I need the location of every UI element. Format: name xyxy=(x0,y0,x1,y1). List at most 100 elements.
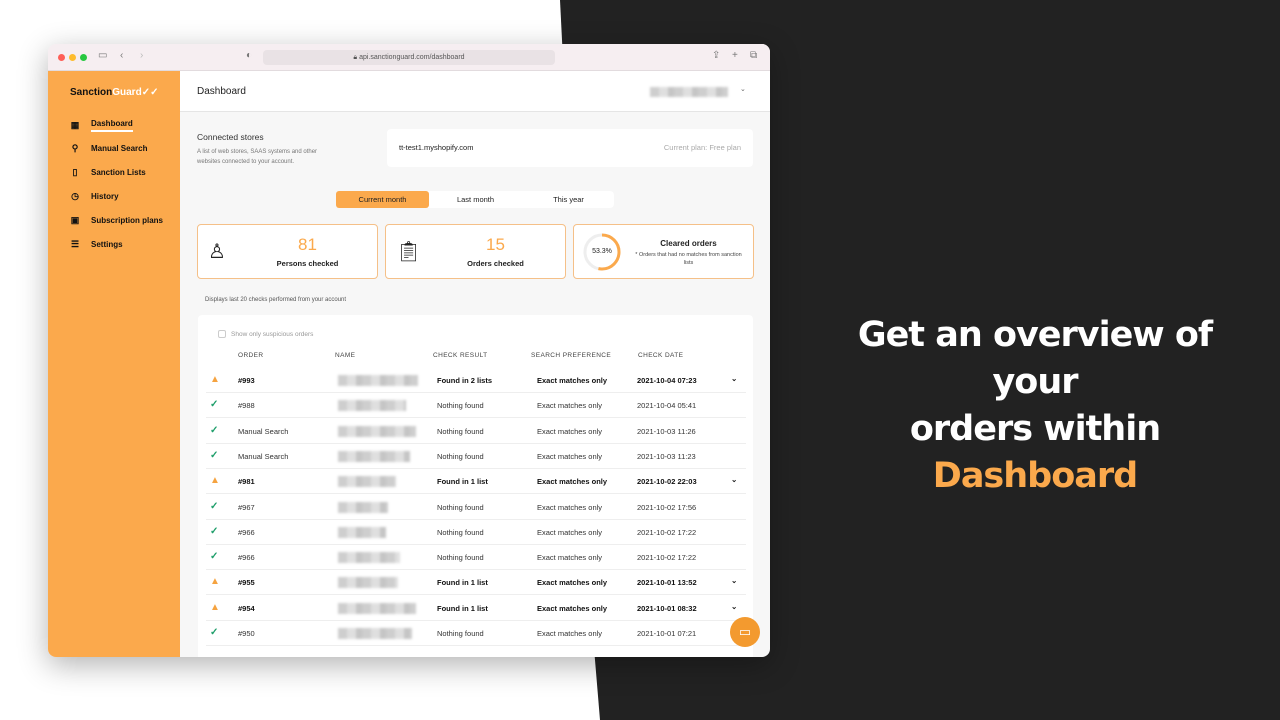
tab-current-month[interactable]: Current month xyxy=(336,191,429,208)
sidebar-item-dashboard[interactable]: ▦ Dashboard xyxy=(69,119,133,132)
promo-line-2: orders within xyxy=(909,409,1161,449)
order-cell: #988 xyxy=(238,401,255,411)
table-row[interactable]: ✓ #988 Nothing found Exact matches only … xyxy=(206,393,746,419)
table-row[interactable]: ✓ Manual Search Nothing found Exact matc… xyxy=(206,419,746,444)
browser-toolbar: ▭ ‹ › ◐ 🔒︎ api.sanctionguard.com/dashboa… xyxy=(48,44,770,71)
url-text: api.sanctionguard.com/dashboard xyxy=(359,54,465,61)
order-cell: #950 xyxy=(238,629,255,638)
table-row[interactable]: ▲ #955 Found in 1 list Exact matches onl… xyxy=(206,570,746,596)
preference-cell: Exact matches only xyxy=(537,502,603,512)
promo-highlight: Dashboard xyxy=(932,456,1138,496)
result-cell: Found in 1 list xyxy=(437,578,488,588)
table-row[interactable]: ▲ #981 Found in 1 list Exact matches onl… xyxy=(206,469,746,495)
date-cell: 2021-10-03 11:23 xyxy=(637,451,696,461)
result-cell: Found in 1 list xyxy=(437,477,488,487)
table-row[interactable]: ✓ #966 Nothing found Exact matches only … xyxy=(206,520,746,545)
history-icon: ◷ xyxy=(71,191,79,201)
chat-icon: ▭ xyxy=(738,624,752,639)
sidebar-item-sanction-lists[interactable]: ▯ Sanction Lists xyxy=(69,167,146,178)
period-tabs: Current month Last month This year xyxy=(336,191,614,208)
preference-cell: Exact matches only xyxy=(537,376,608,385)
expand-chevron-icon[interactable]: ⌄ xyxy=(731,602,737,611)
tabs-icon[interactable]: ⧉ xyxy=(750,50,757,61)
tab-last-month[interactable]: Last month xyxy=(429,191,522,208)
address-bar[interactable]: 🔒︎ api.sanctionguard.com/dashboard xyxy=(263,50,555,65)
table-row[interactable]: ✓ #950 Nothing found Exact matches only … xyxy=(206,621,746,646)
table-row[interactable]: ✓ #966 Nothing found Exact matches only … xyxy=(206,545,746,571)
tab-this-year[interactable]: This year xyxy=(522,191,615,208)
check-icon: ✓ xyxy=(210,449,219,461)
result-cell: Nothing found xyxy=(437,527,484,537)
cleared-orders-title: Cleared orders xyxy=(660,239,717,248)
persons-checked-label: Persons checked xyxy=(276,259,339,268)
sidebar-item-history[interactable]: ◷ History xyxy=(69,191,119,202)
column-check-result: CHECK RESULT xyxy=(433,352,488,359)
name-cell-redacted xyxy=(338,476,396,488)
table-row[interactable]: ▲ #993 Found in 2 lists Exact matches on… xyxy=(206,368,746,393)
chat-button[interactable]: ▭ xyxy=(730,617,760,647)
table-row[interactable]: ▲ #954 Found in 1 list Exact matches onl… xyxy=(206,596,746,621)
check-icon: ✓ xyxy=(210,525,219,537)
sidebar-item-manual-search[interactable]: ⚲ Manual Search xyxy=(69,143,148,154)
back-icon[interactable]: ‹ xyxy=(120,50,123,61)
current-plan: Current plan: Free plan xyxy=(663,143,741,152)
preference-cell: Exact matches only xyxy=(537,527,603,537)
preference-cell: Exact matches only xyxy=(537,477,608,487)
order-cell: #954 xyxy=(238,603,255,613)
promo-line-1: Get an overview of your xyxy=(857,315,1213,402)
result-cell: Nothing found xyxy=(437,629,484,638)
preference-cell: Exact matches only xyxy=(537,578,608,588)
close-window-button[interactable] xyxy=(58,54,65,61)
preference-cell: Exact matches only xyxy=(537,553,603,563)
persons-checked-card: ♙ 81 Persons checked xyxy=(197,224,378,279)
warning-icon: ▲ xyxy=(210,374,220,385)
date-cell: 2021-10-01 07:21 xyxy=(637,629,697,638)
browser-window: ▭ ‹ › ◐ 🔒︎ api.sanctionguard.com/dashboa… xyxy=(48,44,770,657)
result-cell: Nothing found xyxy=(437,426,484,436)
sidebar-item-settings[interactable]: ☰ Settings xyxy=(69,239,123,250)
maximize-window-button[interactable] xyxy=(80,54,87,61)
nav-label: Manual Search xyxy=(91,144,148,153)
forward-icon[interactable]: › xyxy=(140,50,143,61)
shield-icon[interactable]: ◐ xyxy=(246,50,252,61)
connected-stores-title: Connected stores xyxy=(197,132,264,142)
name-cell-redacted xyxy=(338,425,416,437)
suspicious-checkbox[interactable] xyxy=(218,330,226,338)
grid-icon: ▦ xyxy=(70,120,80,130)
logo: SanctionGuard✓✓ xyxy=(70,87,159,98)
order-cell: Manual Search xyxy=(238,451,289,461)
header: Dashboard ⌄ xyxy=(180,71,770,112)
sidebar-toggle-icon[interactable]: ▭ xyxy=(98,50,107,61)
column-name: NAME xyxy=(335,352,356,359)
nav-label: Settings xyxy=(91,240,123,249)
orders-checked-card: 📋︎ 15 Orders checked xyxy=(385,224,566,279)
name-cell-redacted xyxy=(338,526,386,538)
name-cell-redacted xyxy=(338,501,388,513)
expand-chevron-icon[interactable]: ⌄ xyxy=(731,576,737,585)
chevron-down-icon[interactable]: ⌄ xyxy=(740,85,746,93)
warning-icon: ▲ xyxy=(210,475,220,487)
name-cell-redacted xyxy=(338,628,412,639)
table-row[interactable]: ✓ #967 Nothing found Exact matches only … xyxy=(206,495,746,520)
check-icon: ✓ xyxy=(210,424,219,436)
expand-chevron-icon[interactable]: ⌄ xyxy=(731,475,737,484)
sidebar-item-subscription-plans[interactable]: ▣ Subscription plans xyxy=(69,215,163,226)
name-cell-redacted xyxy=(338,450,410,462)
name-cell-redacted xyxy=(338,552,400,564)
minimize-window-button[interactable] xyxy=(69,54,76,61)
user-menu[interactable] xyxy=(650,87,728,97)
preference-cell: Exact matches only xyxy=(537,629,603,638)
result-cell: Nothing found xyxy=(437,401,484,411)
table-row[interactable]: ✓ Manual Search Nothing found Exact matc… xyxy=(206,444,746,469)
date-cell: 2021-10-02 17:22 xyxy=(637,527,697,537)
suspicious-filter[interactable]: Show only suspicious orders xyxy=(218,330,313,338)
cleared-orders-note: * Orders that had no matches from sancti… xyxy=(635,252,742,266)
cleared-percent: 53.3% xyxy=(592,248,612,255)
expand-chevron-icon[interactable]: ⌄ xyxy=(731,374,737,383)
store-card[interactable]: tt-test1.myshopify.com Current plan: Fre… xyxy=(387,129,753,167)
date-cell: 2021-10-02 17:22 xyxy=(637,553,697,563)
order-cell: Manual Search xyxy=(238,426,289,436)
share-icon[interactable]: ⇪ xyxy=(712,50,720,61)
new-tab-icon[interactable]: + xyxy=(732,50,738,61)
nav-label: History xyxy=(91,192,119,201)
